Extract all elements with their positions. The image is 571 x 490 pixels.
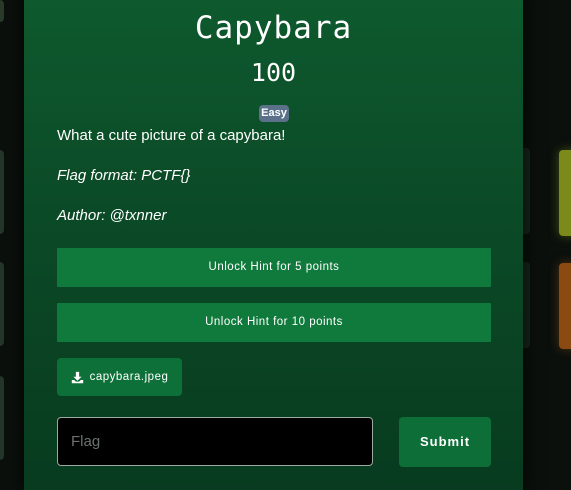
flag-format-text: Flag format: PCTF{} (57, 167, 191, 184)
author-text: Author: @txnner (57, 207, 167, 224)
difficulty-badge: Easy (259, 105, 289, 122)
background-challenge-card[interactable] (0, 376, 4, 460)
challenge-title: Capybara (194, 10, 353, 46)
unlock-hint-button[interactable]: Unlock Hint for 10 points (57, 303, 491, 342)
background-challenge-card[interactable] (559, 150, 571, 236)
challenge-points: 100 (250, 58, 297, 87)
background-challenge-card[interactable] (0, 262, 4, 346)
download-file-button[interactable]: capybara.jpeg (57, 358, 182, 396)
unlock-hint-button[interactable]: Unlock Hint for 5 points (57, 248, 491, 287)
background-challenge-card[interactable] (0, 0, 4, 22)
flag-input[interactable] (57, 417, 373, 466)
challenge-description: What a cute picture of a capybara! (57, 127, 286, 144)
file-name: capybara.jpeg (89, 371, 169, 383)
download-icon (71, 371, 83, 383)
background-challenge-card[interactable] (0, 150, 4, 234)
challenge-modal: Capybara 100 Easy What a cute picture of… (24, 0, 523, 490)
background-challenge-card[interactable] (559, 263, 571, 349)
submit-button[interactable]: Submit (399, 417, 491, 467)
